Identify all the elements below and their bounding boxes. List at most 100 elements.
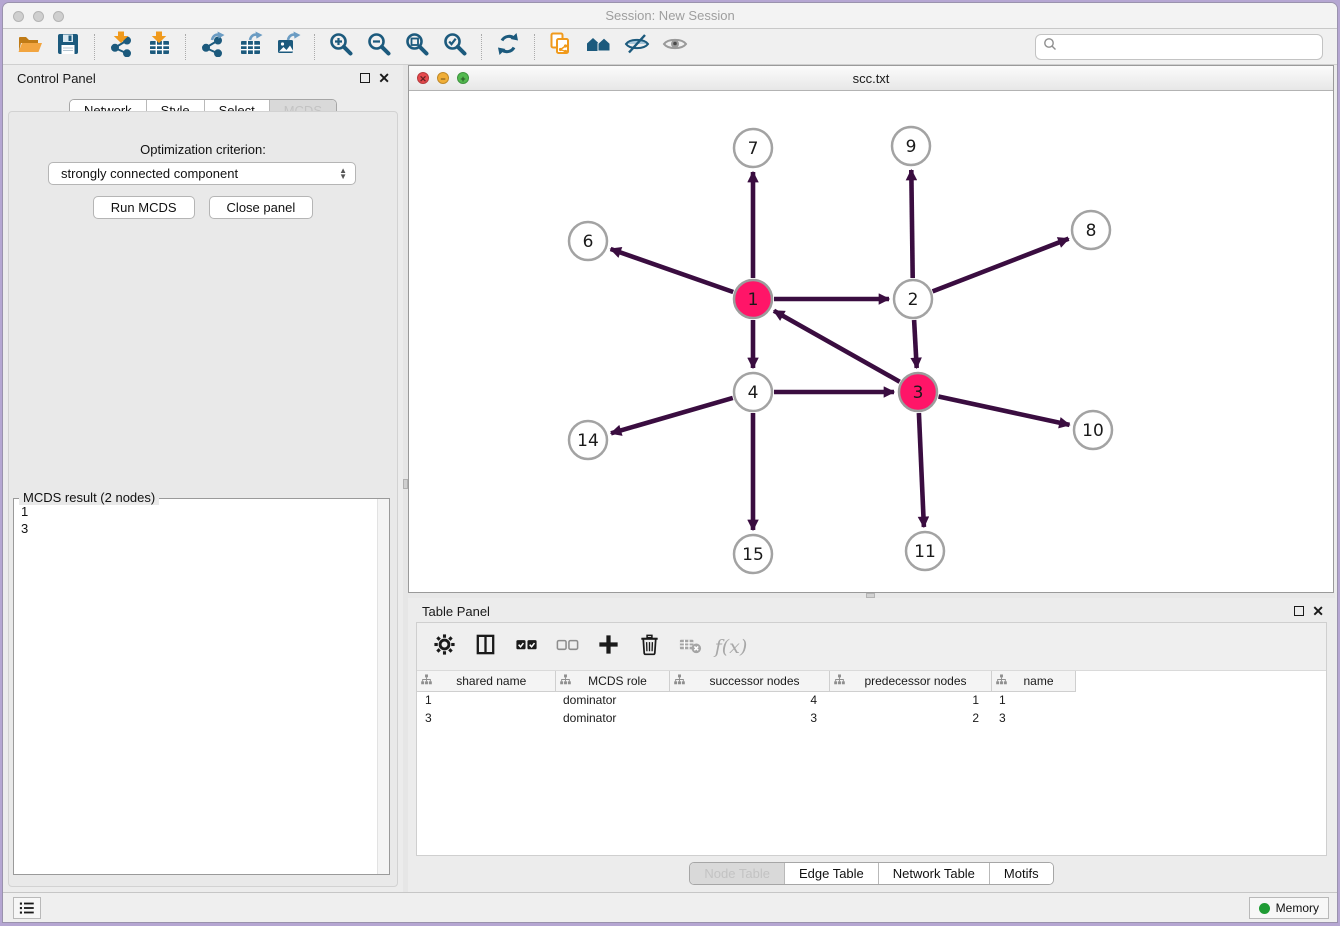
app-title: Session: New Session (3, 3, 1337, 28)
node-4[interactable]: 4 (734, 373, 772, 411)
edge-3-11[interactable] (919, 413, 924, 527)
mcds-result-text[interactable]: 13 (15, 501, 375, 873)
table-cell[interactable]: 1 (417, 691, 555, 709)
node-3[interactable]: 3 (899, 373, 937, 411)
toolbar-separator (481, 34, 482, 60)
network-window-close-icon[interactable]: ✕ (417, 72, 429, 84)
column-layout-button[interactable] (472, 634, 498, 660)
window-minimize-icon[interactable] (33, 11, 44, 22)
node-6[interactable]: 6 (569, 222, 607, 260)
table-cell[interactable]: 2 (829, 709, 991, 727)
edge-2-3[interactable] (914, 320, 917, 368)
edge-2-9[interactable] (911, 170, 912, 278)
table-cell[interactable]: 3 (669, 709, 829, 727)
memory-button[interactable]: Memory (1249, 897, 1329, 919)
network-window-minimize-icon[interactable]: − (437, 72, 449, 84)
tab-network-table[interactable]: Network Table (878, 863, 989, 884)
sort-hierarchy-icon (674, 674, 685, 688)
select-all-columns-button[interactable] (513, 634, 539, 660)
open-session-button[interactable] (11, 32, 49, 62)
zoom-selected-button[interactable] (436, 32, 474, 62)
network-canvas[interactable]: 7 9 6 8 1 2 4 3 14 10 15 11 (409, 92, 1333, 592)
mcds-result-line: 1 (21, 503, 369, 520)
node-2[interactable]: 2 (894, 280, 932, 318)
table-cell[interactable]: dominator (555, 691, 669, 709)
node-15[interactable]: 15 (734, 535, 772, 573)
export-table-button[interactable] (231, 32, 269, 62)
table-cell[interactable]: 4 (669, 691, 829, 709)
node-9[interactable]: 9 (892, 127, 930, 165)
table-cell[interactable]: 3 (417, 709, 555, 727)
task-history-button[interactable] (13, 897, 41, 919)
node-7[interactable]: 7 (734, 129, 772, 167)
edge-2-8[interactable] (933, 239, 1069, 292)
table-mode-gear-button[interactable] (431, 634, 457, 660)
edge-4-14[interactable] (611, 398, 733, 433)
run-mcds-button[interactable]: Run MCDS (93, 196, 195, 219)
network-window-titlebar: ✕ − + scc.txt (409, 66, 1333, 91)
column-header-shared-name[interactable]: shared name (417, 671, 555, 691)
column-header-MCDS-role[interactable]: MCDS role (555, 671, 669, 691)
table-cell[interactable]: dominator (555, 709, 669, 727)
search-box[interactable] (1035, 34, 1323, 60)
duplicate-network-button[interactable] (542, 32, 580, 62)
deselect-all-columns-button[interactable] (554, 634, 580, 660)
control-panel-close-icon[interactable]: ✕ (378, 69, 390, 87)
table-panel-close-icon[interactable]: ✕ (1312, 602, 1324, 620)
table-cell[interactable]: 3 (991, 709, 1075, 727)
deselect-all-columns-icon (555, 632, 580, 662)
mcds-result-scrollbar[interactable] (377, 499, 389, 874)
node-10[interactable]: 10 (1074, 411, 1112, 449)
import-network-button[interactable] (102, 32, 140, 62)
table-cell[interactable]: 1 (991, 691, 1075, 709)
tab-edge-table[interactable]: Edge Table (784, 863, 878, 884)
window-zoom-icon[interactable] (53, 11, 64, 22)
table-cell[interactable]: 1 (829, 691, 991, 709)
zoom-in-button[interactable] (322, 32, 360, 62)
svg-text:10: 10 (1082, 421, 1104, 441)
tab-node-table[interactable]: Node Table (690, 863, 784, 884)
nested-networks-button[interactable] (580, 32, 618, 62)
refresh-network-icon (495, 31, 521, 62)
hide-graphics-details-button[interactable] (618, 32, 656, 62)
status-bar: Memory (3, 892, 1337, 922)
edge-1-6[interactable] (611, 249, 734, 292)
export-network-icon (199, 31, 225, 62)
export-image-button[interactable] (269, 32, 307, 62)
zoom-out-button[interactable] (360, 32, 398, 62)
tab-motifs[interactable]: Motifs (989, 863, 1053, 884)
window-close-icon[interactable] (13, 11, 24, 22)
column-header-predecessor-nodes[interactable]: predecessor nodes (829, 671, 991, 691)
export-network-button[interactable] (193, 32, 231, 62)
create-column-button[interactable] (595, 634, 621, 660)
edge-3-10[interactable] (939, 397, 1070, 425)
zoom-in-icon (328, 31, 354, 62)
column-header-name[interactable]: name (991, 671, 1075, 691)
save-session-button[interactable] (49, 32, 87, 62)
toolbar-separator (94, 34, 95, 60)
criterion-dropdown[interactable]: strongly connected component ▲▼ (48, 162, 356, 185)
table-panel-float-icon[interactable] (1294, 606, 1304, 616)
network-window-maximize-icon[interactable]: + (457, 72, 469, 84)
control-panel-float-icon[interactable] (360, 73, 370, 83)
node-8[interactable]: 8 (1072, 211, 1110, 249)
svg-text:4: 4 (748, 383, 759, 403)
node-1[interactable]: 1 (734, 280, 772, 318)
search-input[interactable] (1057, 37, 1322, 57)
zoom-fit-button[interactable] (398, 32, 436, 62)
table-panel: Table Panel ✕ f(x) shared nameMCDS roles… (408, 598, 1335, 892)
import-table-button[interactable] (140, 32, 178, 62)
network-window-title: scc.txt (409, 66, 1333, 91)
table-row[interactable]: 1dominator411 (417, 691, 1075, 709)
delete-columns-button[interactable] (636, 634, 662, 660)
column-header-successor-nodes[interactable]: successor nodes (669, 671, 829, 691)
node-11[interactable]: 11 (906, 532, 944, 570)
refresh-network-button[interactable] (489, 32, 527, 62)
show-graphics-details-button[interactable] (656, 32, 694, 62)
table-row[interactable]: 3dominator323 (417, 709, 1075, 727)
edge-3-1[interactable] (774, 311, 900, 382)
node-14[interactable]: 14 (569, 421, 607, 459)
close-panel-button[interactable]: Close panel (209, 196, 314, 219)
column-header-label: predecessor nodes (845, 674, 987, 688)
toolbar-separator (314, 34, 315, 60)
